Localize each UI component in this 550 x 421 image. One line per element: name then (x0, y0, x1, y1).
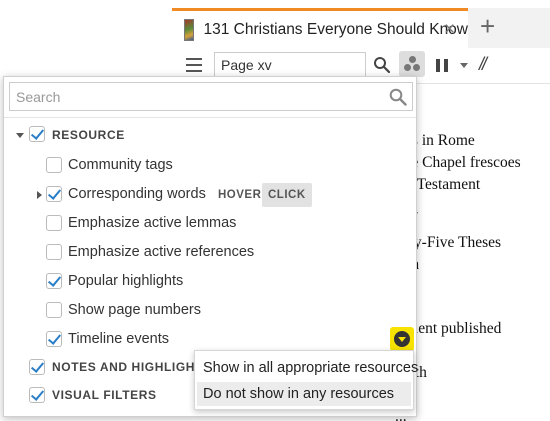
notes-highlights-checkbox[interactable] (29, 359, 45, 375)
corresponding-words-checkbox[interactable] (46, 186, 62, 202)
book-cover-thumbnail (184, 18, 195, 41)
corresponding-words-label: Corresponding words (68, 186, 206, 202)
search-input[interactable] (10, 83, 412, 110)
show-page-numbers-label: Show page numbers (68, 302, 201, 318)
tab-title: 131 Christians Everyone Should Know (203, 20, 468, 38)
tab-bar: 131 Christians Everyone Should Know × + (172, 8, 550, 48)
options-dropdown-menu: Show in all appropriate resources Do not… (194, 350, 418, 410)
add-tab-icon[interactable]: + (480, 11, 495, 42)
visual-filters-checkbox[interactable] (29, 387, 45, 403)
click-button[interactable]: CLICK (262, 183, 312, 207)
menu-item-do-not-show[interactable]: Do not show in any resources (197, 382, 411, 406)
emphasize-lemmas-label: Emphasize active lemmas (68, 215, 237, 231)
notes-highlights-label: NOTES AND HIGHLIGHTS (52, 360, 212, 374)
hover-button[interactable]: HOVER (212, 183, 267, 207)
emphasize-references-checkbox[interactable] (46, 244, 62, 260)
page-input[interactable] (214, 52, 366, 77)
search-icon[interactable] (373, 56, 391, 74)
visual-filters-icon[interactable] (399, 51, 425, 77)
resource-group-label: RESOURCE (52, 128, 125, 142)
emphasize-lemmas-checkbox[interactable] (46, 215, 62, 231)
chevron-down-icon[interactable] (15, 130, 25, 140)
caret-down-icon[interactable] (460, 63, 468, 68)
options-dropdown-button[interactable] (390, 327, 414, 351)
show-page-numbers-checkbox[interactable] (46, 302, 62, 318)
visual-filters-label: VISUAL FILTERS (52, 388, 157, 402)
timeline-events-label: Timeline events (68, 331, 170, 347)
document-tab[interactable]: 131 Christians Everyone Should Know × (172, 8, 468, 48)
menu-icon[interactable] (186, 58, 202, 72)
resource-checkbox[interactable] (29, 126, 45, 142)
divider (4, 117, 416, 118)
menu-item-show-all[interactable]: Show in all appropriate resources (197, 356, 418, 380)
popular-highlights-checkbox[interactable] (46, 273, 62, 289)
chevron-right-icon[interactable] (34, 190, 44, 200)
search-field (9, 82, 413, 111)
columns-icon[interactable] (436, 59, 448, 72)
community-tags-checkbox[interactable] (46, 157, 62, 173)
search-icon[interactable] (389, 88, 407, 106)
sync-icon[interactable]: // (479, 54, 487, 75)
popular-highlights-label: Popular highlights (68, 273, 184, 289)
emphasize-references-label: Emphasize active references (68, 244, 255, 260)
timeline-events-checkbox[interactable] (46, 331, 62, 347)
community-tags-label: Community tags (68, 157, 173, 173)
close-icon[interactable]: × (444, 19, 455, 41)
